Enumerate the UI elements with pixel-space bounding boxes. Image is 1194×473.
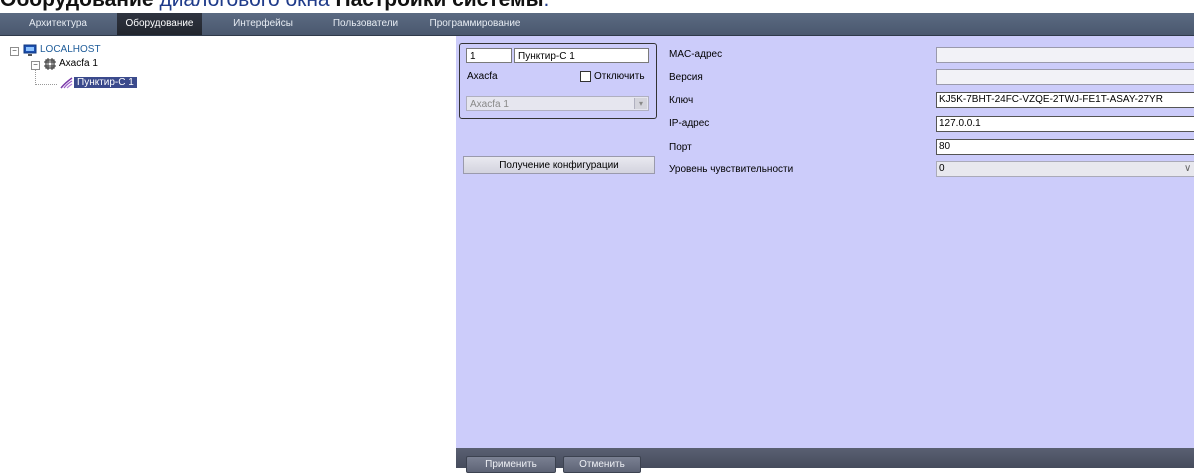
sensitivity-select-value: 0 [939,163,945,174]
prop-label-port: Порт [669,142,692,153]
root-expander[interactable]: − [10,47,19,56]
computer-icon [23,44,37,60]
parent-select: Axacfa 1 ▾ [466,96,649,111]
main-tab-bar: Архитектура Оборудование Интерфейсы Поль… [0,13,1194,36]
mac-address-field[interactable] [936,47,1194,63]
chevron-down-icon: ▾ [634,98,647,109]
device-name-field[interactable]: Пунктир-С 1 [514,48,649,63]
caption-link[interactable]: диалогового окна [159,0,329,11]
cancel-button[interactable]: Отменить [563,456,641,473]
key-field[interactable]: KJ5K-7BHT-24FC-VZQE-2TWJ-FE1T-ASAY-27YR [936,92,1194,108]
ip-address-field[interactable]: 127.0.0.1 [936,116,1194,132]
tree-connector [35,84,57,85]
chevron-down-icon: ∨ [1184,163,1191,174]
hardware-tree [0,36,456,468]
prop-label-ip: IP-адрес [669,118,710,129]
tab-architecture[interactable]: Архитектура [0,13,116,35]
parent-select-value: Axacfa 1 [470,99,509,110]
tab-interfaces[interactable]: Интерфейсы [213,13,313,35]
controller-icon [44,58,56,73]
tab-programming[interactable]: Программирование [420,13,530,35]
disable-label: Отключить [594,71,645,82]
tree-node-localhost[interactable]: LOCALHOST [40,44,101,56]
prop-label-version: Версия [669,72,703,83]
prop-label-key: Ключ [669,95,694,106]
tree-node-punktir[interactable]: Пунктир-С 1 [74,77,137,89]
tab-users[interactable]: Пользователи [313,13,418,35]
caption-text: Оборудование диалогового окна Настройки … [0,0,549,11]
caption-bold-hardware: Оборудование [0,0,154,11]
device-number-field[interactable]: 1 [466,48,512,63]
disable-checkbox[interactable] [580,71,591,82]
get-configuration-button[interactable]: Получение конфигурации [463,156,655,174]
tree-node-axacfa[interactable]: Axacfa 1 [59,58,98,70]
child-expander[interactable]: − [31,61,40,70]
sensor-wave-icon [60,77,74,92]
tab-hardware[interactable]: Оборудование [117,13,202,35]
caption-tail: . [544,0,550,11]
sensitivity-select[interactable]: 0 [936,161,1194,177]
prop-label-sensitivity: Уровень чувствительности [669,164,794,175]
prop-label-mac: MAC-адрес [669,49,723,60]
version-field[interactable] [936,69,1194,85]
caption-bold-settings: Настройки системы [335,0,543,11]
parent-label: Axacfa [467,71,498,82]
tree-node-punktir-label: Пунктир-С 1 [74,77,137,88]
port-field[interactable]: 80 [936,139,1194,155]
apply-button[interactable]: Применить [466,456,556,473]
